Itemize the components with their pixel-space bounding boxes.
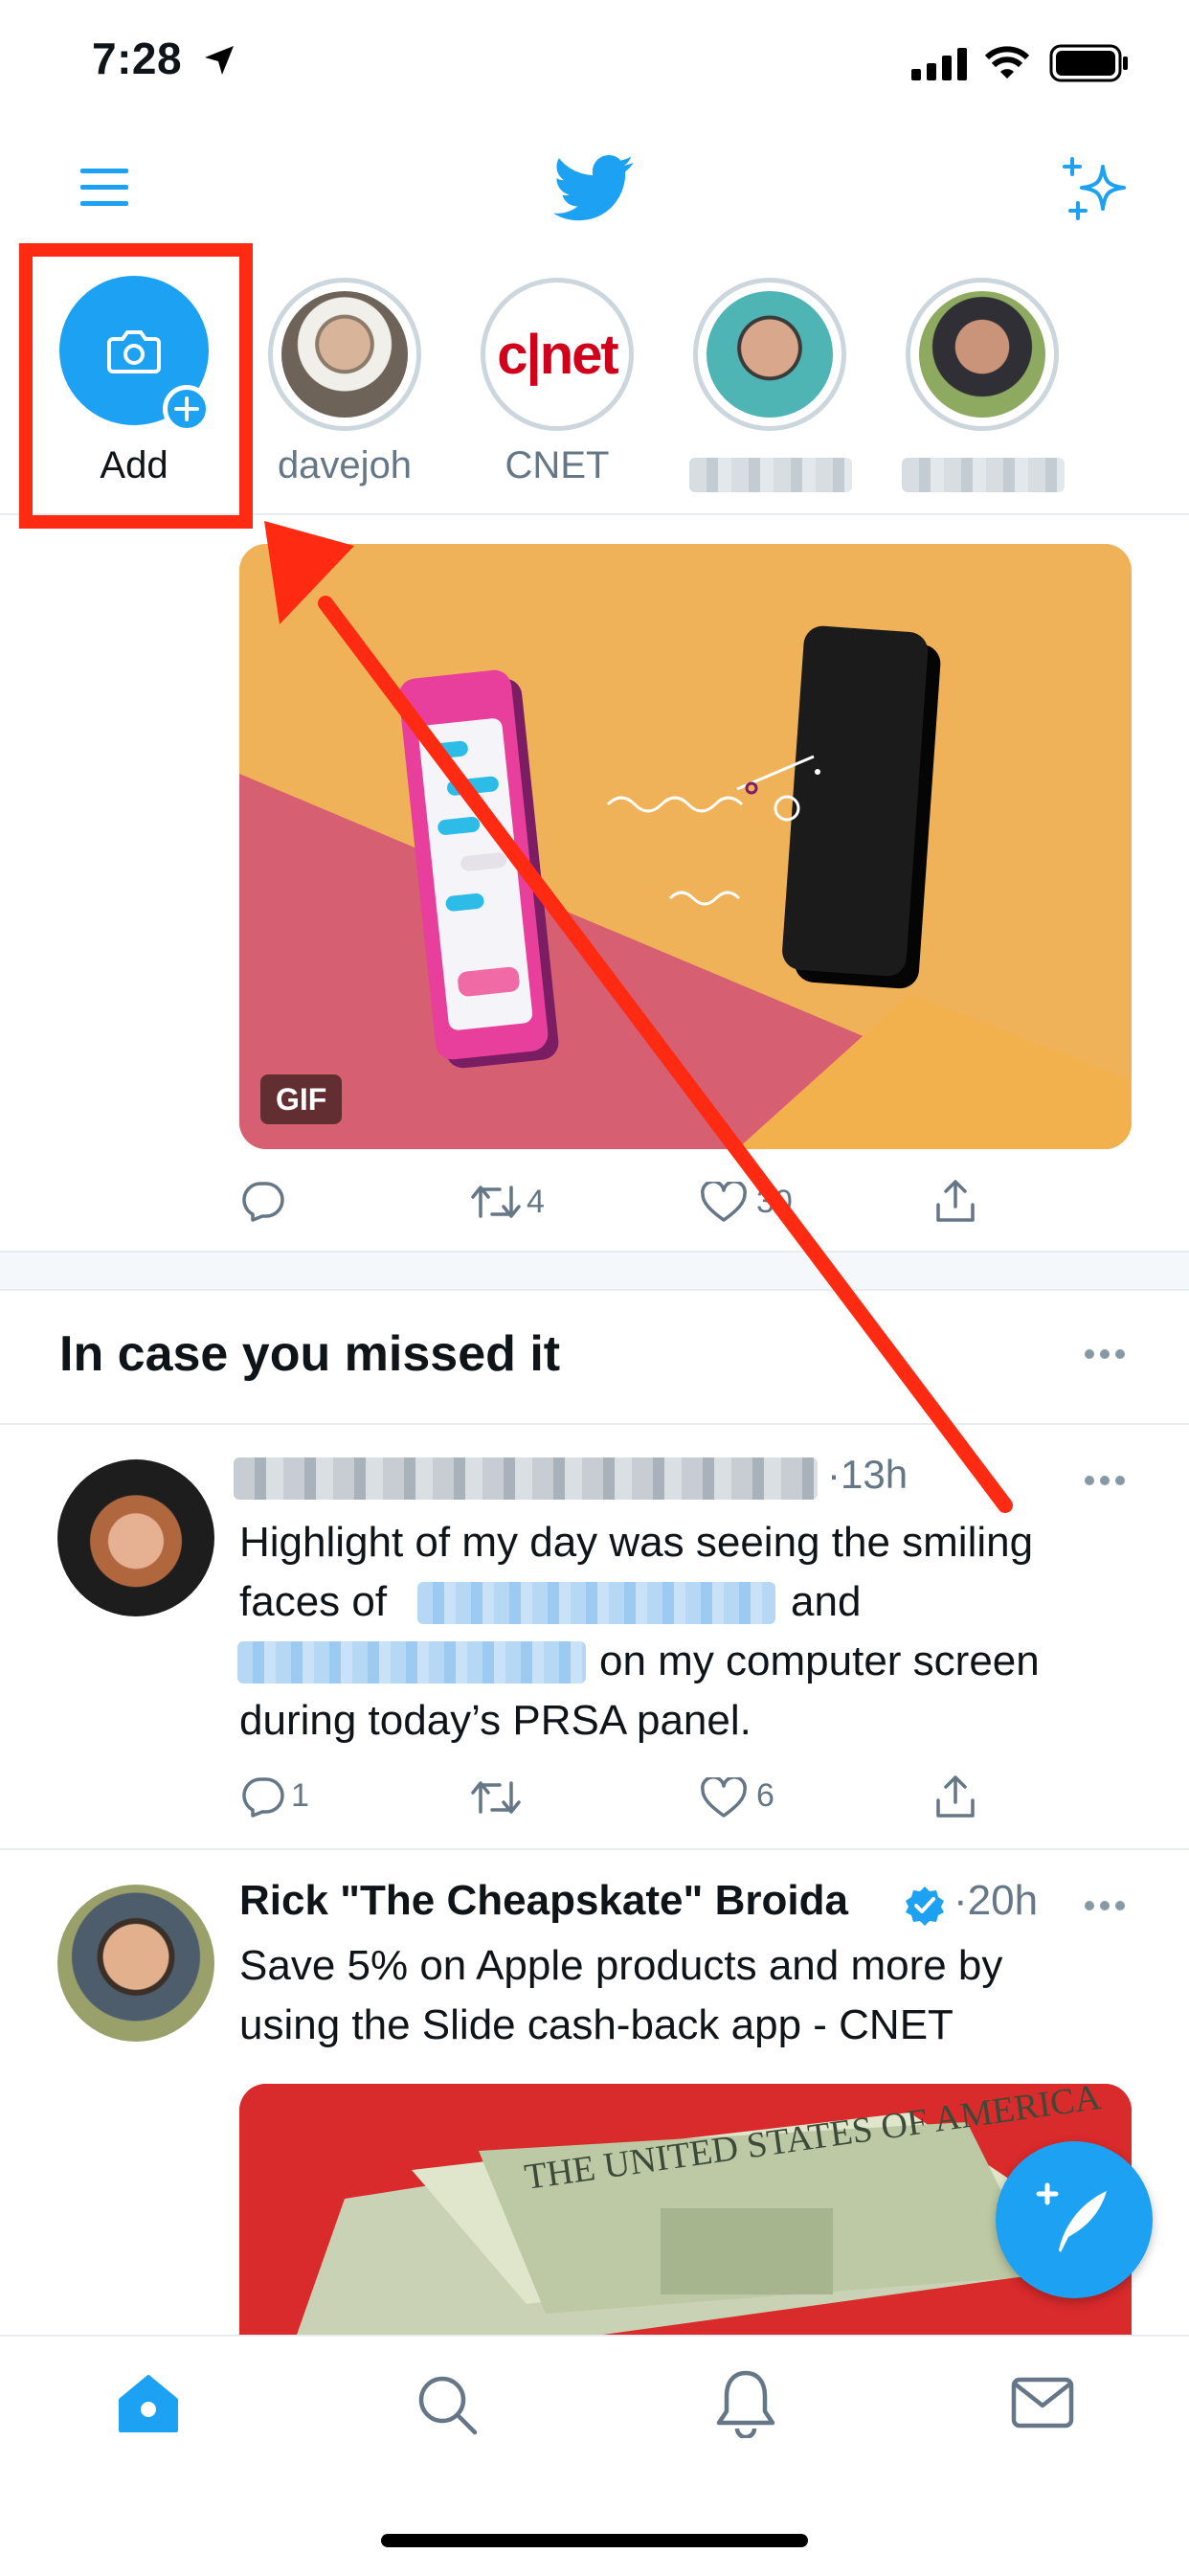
battery-icon bbox=[1049, 44, 1128, 82]
fleet-label-cnet: CNET bbox=[505, 444, 610, 486]
tweet-text-line: during today’s PRSA panel. bbox=[239, 1697, 752, 1744]
highlight-box bbox=[19, 243, 253, 529]
tweet-text-line: Highlight of my day was seeing the smili… bbox=[239, 1519, 1034, 1566]
more-icon[interactable] bbox=[1084, 1900, 1126, 1911]
retweet-icon[interactable] bbox=[471, 1777, 521, 1818]
tweet-text-line: and bbox=[791, 1578, 862, 1625]
tweet-text-line: on my computer screen bbox=[599, 1638, 1040, 1684]
fleet-avatar-cnet[interactable]: c|net bbox=[481, 278, 634, 431]
section-title: In case you missed it bbox=[59, 1326, 561, 1382]
reply-count: 1 bbox=[291, 1777, 309, 1814]
wifi-icon bbox=[984, 46, 1030, 79]
fleet-avatar-davejoh[interactable] bbox=[268, 278, 421, 431]
more-icon[interactable] bbox=[1084, 1475, 1126, 1486]
reply-icon[interactable] bbox=[241, 1180, 285, 1222]
tweet-text-line: faces of bbox=[239, 1578, 388, 1625]
compose-tweet-button[interactable] bbox=[996, 2141, 1153, 2298]
fleet-avatar-4[interactable] bbox=[693, 278, 846, 431]
mention-link-redacted[interactable] bbox=[417, 1582, 775, 1624]
more-icon[interactable] bbox=[1084, 1348, 1126, 1360]
gif-badge: GIF bbox=[260, 1074, 343, 1124]
like-icon[interactable] bbox=[701, 1182, 747, 1222]
tweet-text-line: using the Slide cash-back app - CNET bbox=[239, 2001, 953, 2048]
reply-icon[interactable] bbox=[241, 1775, 285, 1818]
sparkle-icon[interactable] bbox=[1061, 157, 1132, 224]
like-count: 30 bbox=[756, 1184, 793, 1220]
home-indicator bbox=[381, 2534, 808, 2547]
author-name[interactable]: Rick "The Cheapskate" Broida bbox=[239, 1877, 848, 1925]
twitter-bird-icon bbox=[553, 155, 634, 221]
fleet-label-davejoh: davejoh bbox=[277, 444, 413, 486]
mention-link-redacted[interactable] bbox=[237, 1641, 586, 1683]
share-icon[interactable] bbox=[932, 1774, 978, 1819]
tweet-text-line: Save 5% on Apple products and more by bbox=[239, 1942, 1003, 1989]
avatar[interactable] bbox=[57, 1459, 214, 1616]
tweet-timestamp: ·13h bbox=[827, 1452, 909, 1497]
notifications-icon[interactable] bbox=[716, 2369, 775, 2438]
fleet-avatar-5[interactable] bbox=[906, 278, 1059, 431]
retweet-icon[interactable] bbox=[471, 1182, 521, 1222]
like-icon[interactable] bbox=[701, 1777, 747, 1818]
home-icon[interactable] bbox=[117, 2373, 180, 2434]
status-time: 7:28 bbox=[92, 34, 183, 83]
messages-icon[interactable] bbox=[1011, 2377, 1074, 2429]
retweet-count: 4 bbox=[527, 1184, 545, 1220]
location-icon bbox=[205, 46, 234, 75]
fleet-label-redacted bbox=[689, 458, 852, 492]
avatar[interactable] bbox=[57, 1885, 214, 2042]
verified-icon bbox=[906, 1887, 944, 1926]
fleet-label-redacted bbox=[902, 458, 1065, 492]
cellular-signal-icon bbox=[911, 48, 967, 80]
share-icon[interactable] bbox=[932, 1178, 978, 1224]
hamburger-icon[interactable] bbox=[80, 167, 128, 209]
tweet-timestamp: ·20h bbox=[953, 1877, 1039, 1924]
section-separator bbox=[0, 1251, 1189, 1291]
cnet-logo: c|net bbox=[497, 324, 618, 386]
tweet-media-gif[interactable]: GIF bbox=[239, 544, 1132, 1149]
compose-icon bbox=[1036, 2182, 1107, 2252]
author-name-redacted[interactable] bbox=[234, 1457, 818, 1500]
search-icon[interactable] bbox=[415, 2373, 479, 2436]
like-count: 6 bbox=[756, 1777, 774, 1814]
